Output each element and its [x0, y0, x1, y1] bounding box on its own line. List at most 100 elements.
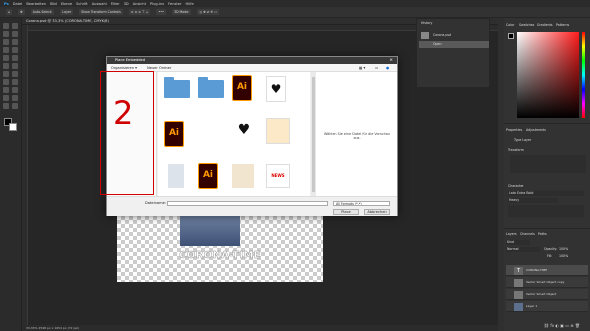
history-brush-icon[interactable] [3, 63, 9, 69]
menu-3d[interactable]: 3D [124, 2, 129, 6]
menu-file[interactable]: Datei [13, 2, 23, 6]
stamp-tool-icon[interactable] [12, 55, 18, 61]
layers-footer-icons[interactable]: ⛓ fx ◐ ▣ ▭ ⊕ 🗑 [544, 323, 588, 329]
marquee-tool-icon[interactable] [12, 23, 18, 29]
folder-icon[interactable] [198, 77, 224, 98]
menu-layer[interactable]: Ebene [61, 2, 72, 6]
ps-logo[interactable]: Ps [4, 2, 9, 6]
hand-tool-icon[interactable] [12, 95, 18, 101]
opacity-value[interactable]: 100% [559, 247, 568, 251]
history-item[interactable]: Corona.psd [419, 31, 489, 40]
more-tools-icon[interactable] [12, 103, 18, 109]
history-title[interactable]: History [421, 21, 432, 25]
fill-value[interactable]: 100% [559, 254, 568, 258]
new-folder-button[interactable]: Neuer Ordner [147, 66, 172, 70]
place-button[interactable]: Place [333, 209, 359, 215]
filetype-select[interactable]: All Formats (*.*) [333, 201, 390, 206]
fg-swatch[interactable] [508, 33, 514, 39]
transform-section[interactable]: Transform [508, 148, 524, 152]
tab-properties[interactable]: Properties [506, 128, 522, 132]
move-tool-icon[interactable] [3, 23, 9, 29]
ai-file-icon[interactable]: Ai [232, 75, 252, 101]
show-transform-checkbox[interactable]: Show Transform Controls [79, 9, 123, 15]
gradient-tool-icon[interactable] [3, 71, 9, 77]
image-file-thumbnail[interactable]: NEWS [266, 164, 290, 188]
pen-tool-icon[interactable] [12, 79, 18, 85]
menu-type[interactable]: Schrift [76, 2, 88, 6]
crop-tool-icon[interactable] [3, 39, 9, 45]
healing-icon[interactable] [12, 47, 18, 53]
view-options-icon[interactable]: ▦ ▾ [359, 66, 365, 70]
image-file-thumbnail[interactable]: ♥ [266, 76, 286, 102]
folder-icon[interactable] [164, 77, 190, 98]
menu-image[interactable]: Bild [50, 2, 57, 6]
ai-file-icon[interactable]: Ai [198, 163, 218, 189]
menu-plugins[interactable]: Plug-ins [150, 2, 164, 6]
3d-tools-icons[interactable]: ◎ ✥ ⇄ ✣ ▭ [197, 9, 220, 15]
tab-paths[interactable]: Paths [538, 232, 547, 236]
color-field[interactable] [517, 32, 579, 118]
align-icons[interactable]: ≡ ≡ ≡ ⊤ ⊥ [128, 9, 151, 15]
menu-window[interactable]: Fenster [168, 2, 181, 6]
move-tool-icon[interactable]: ✥ [18, 9, 25, 15]
font-style-select[interactable]: Heavy [508, 198, 558, 203]
shape-tool-icon[interactable] [3, 95, 9, 101]
history-item[interactable]: Open [419, 41, 489, 48]
image-file-thumbnail[interactable] [232, 164, 254, 188]
dialog-bottom-bar: Dateiname: All Formats (*.*) Place Abbre… [107, 196, 397, 216]
zoom-tool-icon[interactable] [3, 103, 9, 109]
tab-swatches[interactable]: Swatches [519, 23, 534, 27]
more-icon[interactable]: ••• [156, 9, 167, 15]
layer-row[interactable]: Vector Smart Object copy [506, 277, 588, 288]
font-family-select[interactable]: Lato Extra Bold [508, 191, 584, 196]
auto-select-checkbox[interactable]: Auto-Select: [30, 9, 55, 15]
dodge-tool-icon[interactable] [3, 79, 9, 85]
tab-channels[interactable]: Channels [520, 232, 535, 236]
tab-layers[interactable]: Layers [506, 232, 517, 236]
tab-adjustments[interactable]: Adjustments [526, 128, 546, 132]
layer-kind-filter[interactable]: Kind [506, 240, 530, 245]
frame-tool-icon[interactable] [12, 39, 18, 45]
layer-row[interactable]: Layer 1 [506, 301, 588, 312]
eyedropper-icon[interactable] [3, 47, 9, 53]
menu-edit[interactable]: Bearbeiten [26, 2, 46, 6]
image-file-thumbnail[interactable] [168, 164, 184, 188]
layer-row[interactable]: Vector Smart Object [506, 289, 588, 300]
tab-gradients[interactable]: Gradients [537, 23, 553, 27]
image-file-thumbnail[interactable] [198, 134, 220, 142]
cancel-button[interactable]: Abbrechen [364, 209, 390, 215]
tab-color[interactable]: Color [506, 23, 514, 27]
filename-input[interactable] [167, 201, 328, 206]
lasso-tool-icon[interactable] [3, 31, 9, 37]
organize-button[interactable]: Organisieren ▾ [111, 66, 137, 70]
close-icon[interactable]: × [389, 58, 393, 63]
auto-select-target[interactable]: Layer [60, 9, 74, 15]
preview-pane-icon[interactable]: ▭ [375, 66, 378, 70]
layer-row[interactable]: T CORONA-TIME [506, 265, 588, 276]
menu-view[interactable]: Ansicht [133, 2, 146, 6]
menu-help[interactable]: Hilfe [186, 2, 194, 6]
quick-select-icon[interactable] [12, 31, 18, 37]
help-icon[interactable]: ● [386, 66, 389, 70]
home-icon[interactable]: ⌂ [6, 9, 13, 15]
character-section[interactable]: Character [508, 184, 524, 188]
menu-select[interactable]: Auswahl [92, 2, 107, 6]
brush-tool-icon[interactable] [3, 55, 9, 61]
image-file-thumbnail[interactable] [266, 118, 290, 144]
menu-filter[interactable]: Filter [111, 2, 120, 6]
file-list[interactable]: Ai ♥ Ai ♥ Ai NEWS [158, 72, 310, 196]
eraser-tool-icon[interactable] [12, 63, 18, 69]
ai-file-icon[interactable]: Ai [164, 121, 184, 147]
background-color-swatch[interactable] [9, 123, 17, 131]
preview-pane: Wählen Sie eine Datei für die Vorschau a… [316, 72, 397, 196]
type-tool-icon[interactable] [3, 87, 9, 93]
image-file-thumbnail[interactable]: ♥ [232, 118, 256, 144]
blend-mode-select[interactable]: Normal [506, 247, 540, 252]
character-fields[interactable] [508, 205, 584, 217]
transform-fields[interactable] [510, 155, 586, 173]
blur-tool-icon[interactable] [12, 71, 18, 77]
hue-slider[interactable] [582, 32, 585, 118]
scrollbar-thumb[interactable] [312, 77, 315, 192]
path-select-icon[interactable] [12, 87, 18, 93]
tab-patterns[interactable]: Patterns [556, 23, 569, 27]
